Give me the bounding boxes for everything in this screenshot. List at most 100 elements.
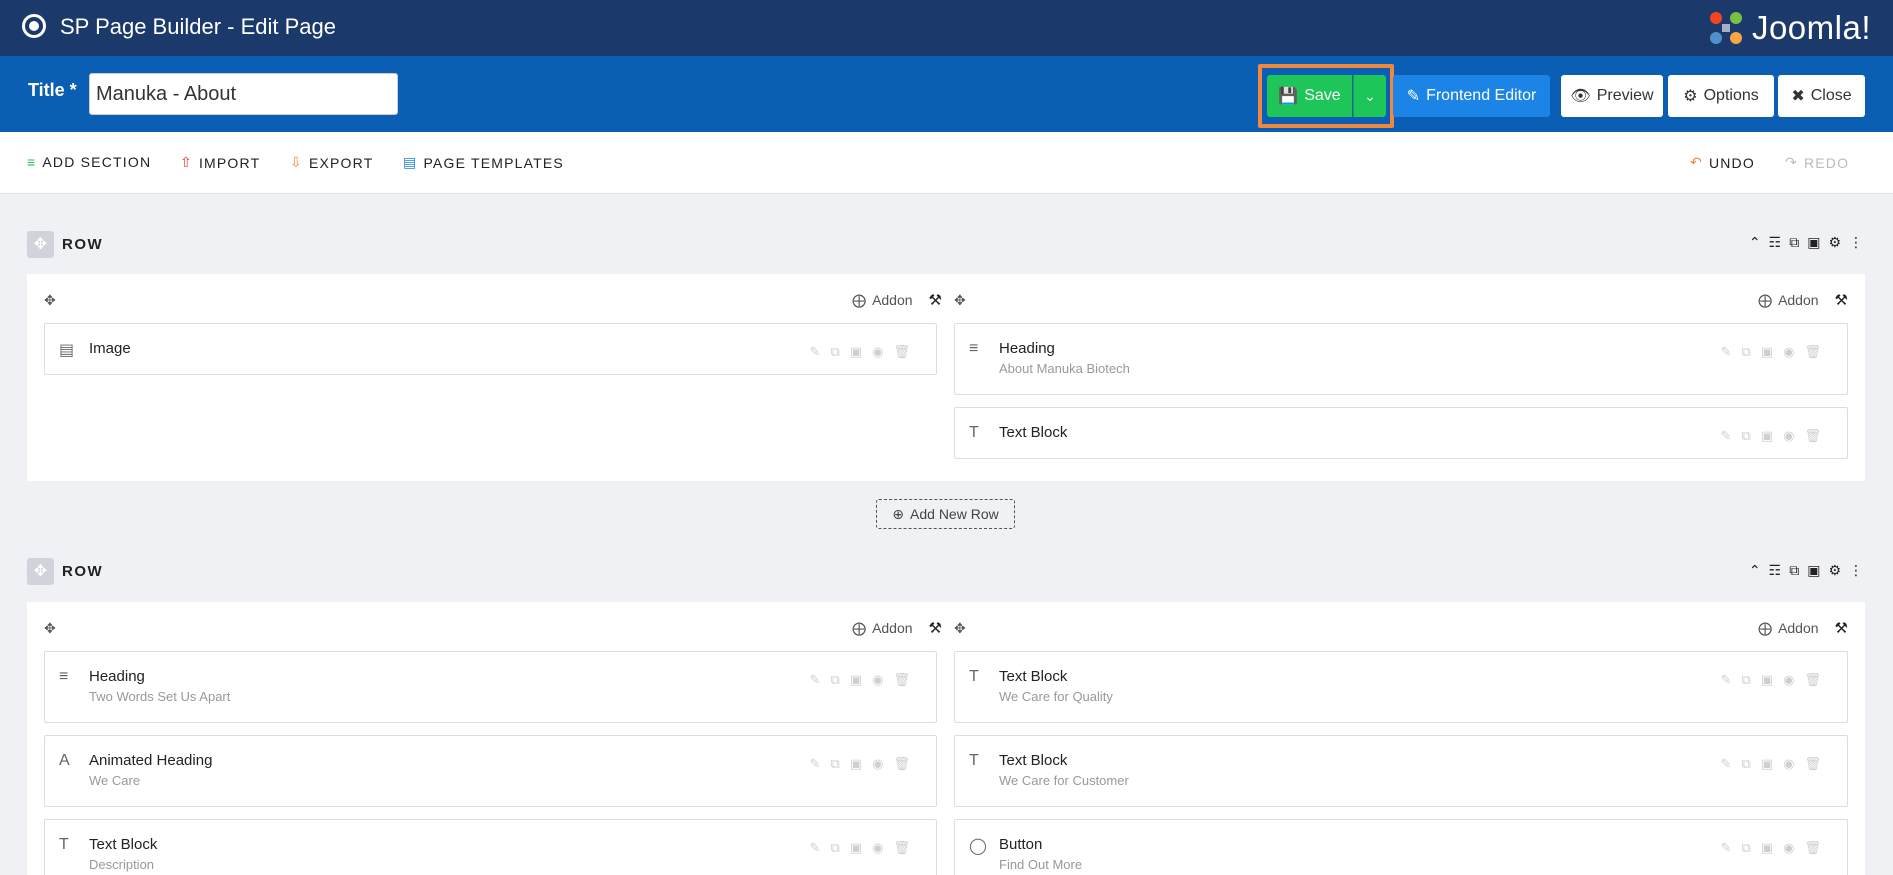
edit-icon[interactable]: ✎	[1721, 672, 1732, 688]
copy-icon[interactable]: ⧉	[1742, 344, 1751, 360]
save-icon[interactable]: ▣	[1761, 672, 1773, 688]
joomla-logo[interactable]: Joomla!	[1706, 6, 1871, 50]
copy-icon[interactable]: ⧉	[831, 672, 840, 688]
addon-card[interactable]: ◯ Button Find Out More ✎ ⧉ ▣ ◉ 🗑	[954, 819, 1848, 875]
collapse-icon[interactable]: ⌃	[1749, 562, 1761, 579]
eye-icon[interactable]: ◉	[872, 840, 883, 856]
save-button[interactable]: 💾 Save	[1267, 75, 1352, 117]
trash-icon[interactable]: 🗑	[1804, 344, 1821, 360]
edit-icon[interactable]: ✎	[810, 344, 821, 360]
edit-icon[interactable]: ✎	[810, 840, 821, 856]
options-button[interactable]: ⚙ Options	[1668, 75, 1774, 117]
copy-icon[interactable]: ⧉	[831, 756, 840, 772]
gear-icon[interactable]: ⚙	[1828, 234, 1841, 251]
trash-icon[interactable]: 🗑	[1804, 756, 1821, 772]
column-move-icon[interactable]: ✥	[44, 292, 56, 309]
columns-icon[interactable]: ☶	[1769, 562, 1782, 579]
addon-card[interactable]: T Text Block Description ✎ ⧉ ▣ ◉ 🗑	[44, 819, 937, 875]
collapse-icon[interactable]: ⌃	[1749, 234, 1761, 251]
column-move-icon[interactable]: ✥	[954, 620, 966, 637]
close-button[interactable]: ✖ Close	[1778, 75, 1865, 117]
addon-card[interactable]: ▤ Image ✎ ⧉ ▣ ◉ 🗑	[44, 323, 937, 375]
addon-subtitle: Description	[89, 857, 155, 872]
add-addon-button[interactable]: ⨁ Addon ⚒	[852, 291, 942, 310]
column-settings-icon[interactable]: ⚒	[929, 291, 942, 309]
addon-card[interactable]: T Text Block ✎ ⧉ ▣ ◉ 🗑	[954, 407, 1848, 459]
save-icon[interactable]: ▣	[1761, 344, 1773, 360]
eye-icon[interactable]: ◉	[1783, 840, 1794, 856]
addon-title: Text Block	[999, 668, 1068, 685]
addon-card[interactable]: T Text Block We Care for Quality ✎ ⧉ ▣ ◉ 🗑	[954, 651, 1848, 723]
save-icon[interactable]: ▣	[850, 344, 862, 360]
trash-icon[interactable]: 🗑	[893, 672, 910, 688]
column-settings-icon[interactable]: ⚒	[1835, 291, 1848, 309]
trash-icon[interactable]: 🗑	[1804, 428, 1821, 444]
columns-icon[interactable]: ☶	[1769, 234, 1782, 251]
save-row-icon[interactable]: ▣	[1807, 234, 1820, 251]
save-icon[interactable]: ▣	[850, 672, 862, 688]
row-move-handle[interactable]: ✥	[27, 557, 54, 585]
text-block-icon: T	[969, 424, 979, 441]
addon-card[interactable]: A Animated Heading We Care ✎ ⧉ ▣ ◉ 🗑	[44, 735, 937, 807]
eye-icon[interactable]: ◉	[872, 756, 883, 772]
add-addon-button[interactable]: ⨁ Addon ⚒	[1758, 291, 1848, 310]
addon-card[interactable]: T Text Block We Care for Customer ✎ ⧉ ▣ ◉ 🗑	[954, 735, 1848, 807]
gear-icon[interactable]: ⚙	[1828, 562, 1841, 579]
add-new-row-button[interactable]: ⊕ Add New Row	[876, 499, 1015, 529]
trash-icon[interactable]: 🗑	[893, 840, 910, 856]
addon-card[interactable]: ≡ Heading About Manuka Biotech ✎ ⧉ ▣ ◉ 🗑	[954, 323, 1848, 395]
copy-icon[interactable]: ⧉	[1742, 840, 1751, 856]
column-settings-icon[interactable]: ⚒	[1835, 619, 1848, 637]
column-settings-icon[interactable]: ⚒	[929, 619, 942, 637]
edit-icon[interactable]: ✎	[1721, 840, 1732, 856]
copy-icon[interactable]: ⧉	[1742, 672, 1751, 688]
edit-icon[interactable]: ✎	[1721, 344, 1732, 360]
column-move-icon[interactable]: ✥	[44, 620, 56, 637]
save-icon[interactable]: ▣	[1761, 756, 1773, 772]
preview-button[interactable]: 👁 Preview	[1561, 75, 1663, 117]
trash-icon[interactable]: 🗑	[893, 756, 910, 772]
eye-icon[interactable]: ◉	[872, 672, 883, 688]
redo-button[interactable]: ↷ REDO	[1785, 154, 1849, 171]
eye-icon[interactable]: ◉	[872, 344, 883, 360]
save-icon[interactable]: ▣	[850, 840, 862, 856]
trash-icon[interactable]: 🗑	[893, 344, 910, 360]
copy-icon[interactable]: ⧉	[1742, 428, 1751, 444]
title-input[interactable]	[89, 73, 398, 115]
eye-icon[interactable]: ◉	[1783, 672, 1794, 688]
close-icon: ✖	[1791, 88, 1805, 105]
trash-icon[interactable]: 🗑	[1804, 840, 1821, 856]
add-section-button[interactable]: ≡ ADD SECTION	[27, 154, 151, 170]
column-move-icon[interactable]: ✥	[954, 292, 966, 309]
add-addon-button[interactable]: ⨁ Addon ⚒	[1758, 619, 1848, 638]
save-dropdown-button[interactable]: ⌄	[1353, 75, 1386, 117]
edit-icon[interactable]: ✎	[1721, 756, 1732, 772]
save-row-icon[interactable]: ▣	[1807, 562, 1820, 579]
trash-icon[interactable]: 🗑	[1804, 672, 1821, 688]
undo-button[interactable]: ↶ UNDO	[1690, 154, 1755, 171]
eye-icon[interactable]: ◉	[1783, 756, 1794, 772]
addon-card[interactable]: ≡ Heading Two Words Set Us Apart ✎ ⧉ ▣ ◉ 🗑	[44, 651, 937, 723]
copy-icon[interactable]: ⧉	[1789, 562, 1799, 579]
more-icon[interactable]: ⋮	[1849, 562, 1863, 579]
eye-icon[interactable]: ◉	[1783, 428, 1794, 444]
save-icon[interactable]: ▣	[1761, 840, 1773, 856]
copy-icon[interactable]: ⧉	[1789, 234, 1799, 251]
import-button[interactable]: ⇧ IMPORT	[180, 154, 260, 171]
copy-icon[interactable]: ⧉	[1742, 756, 1751, 772]
save-icon[interactable]: ▣	[1761, 428, 1773, 444]
eye-icon[interactable]: ◉	[1783, 344, 1794, 360]
more-icon[interactable]: ⋮	[1849, 234, 1863, 251]
export-button[interactable]: ⇩ EXPORT	[290, 154, 373, 171]
frontend-editor-button[interactable]: ✎ Frontend Editor	[1393, 75, 1550, 117]
copy-icon[interactable]: ⧉	[831, 840, 840, 856]
row-move-handle[interactable]: ✥	[27, 230, 54, 258]
edit-icon[interactable]: ✎	[810, 672, 821, 688]
page-templates-label: PAGE TEMPLATES	[423, 154, 564, 171]
add-addon-button[interactable]: ⨁ Addon ⚒	[852, 619, 942, 638]
edit-icon[interactable]: ✎	[1721, 428, 1732, 444]
edit-icon[interactable]: ✎	[810, 756, 821, 772]
page-templates-button[interactable]: ▤ PAGE TEMPLATES	[403, 154, 564, 171]
copy-icon[interactable]: ⧉	[831, 344, 840, 360]
save-icon[interactable]: ▣	[850, 756, 862, 772]
